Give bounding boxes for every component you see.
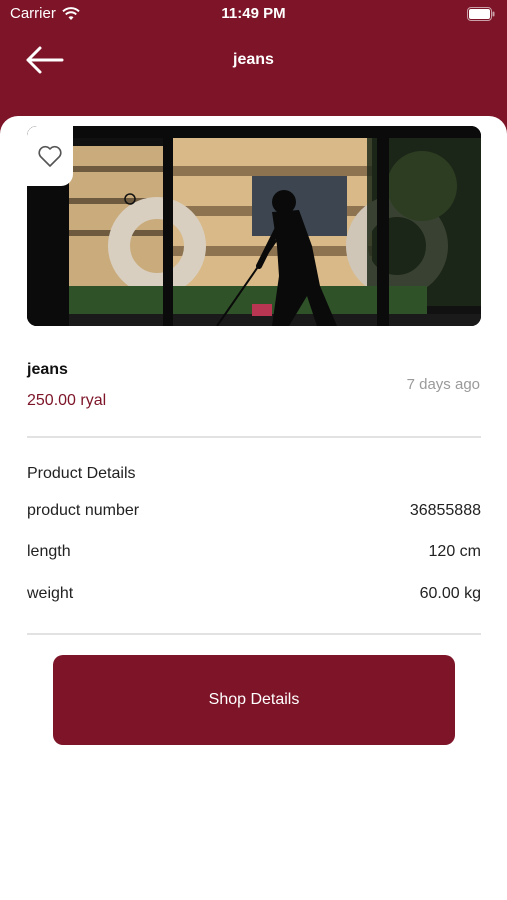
detail-row-length: length 120 cm xyxy=(27,543,481,561)
detail-label: length xyxy=(27,543,71,560)
posted-time: 7 days ago xyxy=(406,376,480,393)
detail-label: product number xyxy=(27,502,140,519)
divider xyxy=(27,633,481,635)
battery-icon xyxy=(467,7,495,25)
header: jeans xyxy=(0,30,507,116)
favorite-button[interactable] xyxy=(27,126,73,186)
detail-label: weight xyxy=(27,585,74,602)
status-time: 11:49 PM xyxy=(221,5,286,22)
detail-row-product-number: product number 36855888 xyxy=(27,502,481,520)
product-name: jeans xyxy=(27,361,68,378)
product-card: jeans 250.00 ryal 7 days ago Product Det… xyxy=(0,116,507,900)
divider xyxy=(27,436,481,438)
heart-outline-icon xyxy=(38,145,62,167)
detail-row-weight: weight 60.00 kg xyxy=(27,585,481,603)
product-photo xyxy=(27,126,481,326)
detail-value: 120 cm xyxy=(428,543,481,560)
status-bar: Carrier 11:49 PM xyxy=(0,0,507,30)
product-image[interactable] xyxy=(27,126,481,326)
detail-value: 60.00 kg xyxy=(419,585,481,602)
page-title: jeans xyxy=(233,51,274,68)
product-details-heading: Product Details xyxy=(27,465,136,482)
shop-details-button[interactable]: Shop Details xyxy=(53,655,455,745)
product-price: 250.00 ryal xyxy=(27,392,107,409)
detail-value: 36855888 xyxy=(409,502,481,519)
